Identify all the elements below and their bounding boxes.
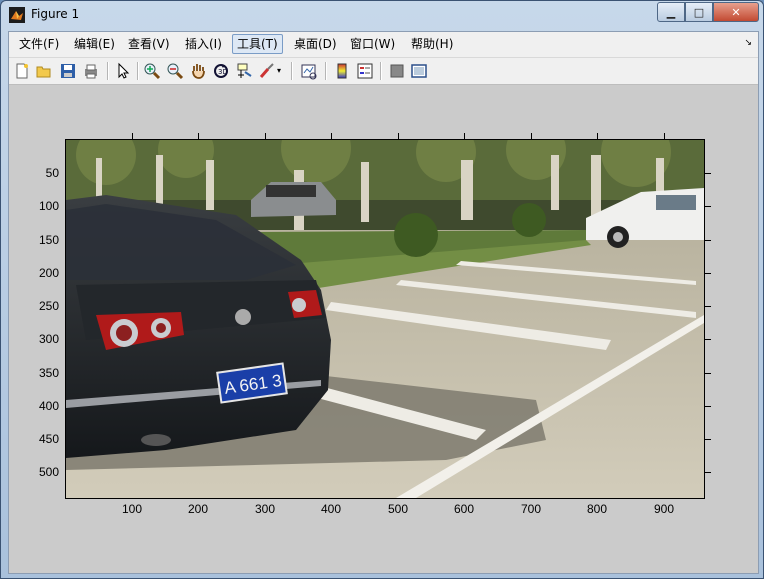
figure-client: 文件(F) 编辑(E) 查看(V) 插入(I) 工具(T) 桌面(D) 窗口(W…	[8, 31, 759, 574]
menu-bar: 文件(F) 编辑(E) 查看(V) 插入(I) 工具(T) 桌面(D) 窗口(W…	[9, 32, 758, 58]
y-tick-label: 350	[38, 366, 59, 380]
maximize-icon: □	[693, 5, 705, 19]
menu-edit[interactable]: 编辑(E)	[70, 35, 119, 53]
zoom-out-icon[interactable]	[166, 62, 184, 80]
zoom-in-icon[interactable]	[143, 62, 161, 80]
x-tick-label: 200	[187, 502, 209, 516]
menu-window[interactable]: 窗口(W)	[346, 35, 399, 53]
colorbar-icon[interactable]	[333, 62, 351, 80]
maximize-button[interactable]: □	[685, 2, 713, 22]
x-tick-label: 300	[254, 502, 276, 516]
y-tick-label: 450	[38, 432, 59, 446]
menu-help[interactable]: 帮助(H)	[407, 35, 457, 53]
toolbar-separator	[325, 62, 327, 80]
x-tick-label: 800	[586, 502, 608, 516]
x-tick-label: 100	[121, 502, 143, 516]
x-tick-label: 400	[320, 502, 342, 516]
menu-tools[interactable]: 工具(T)	[232, 34, 283, 54]
y-tick-label: 200	[38, 266, 59, 280]
show-plot-tools-icon[interactable]	[410, 62, 428, 80]
y-tick-label: 150	[38, 233, 59, 247]
menu-insert[interactable]: 插入(I)	[181, 35, 226, 53]
legend-icon[interactable]	[356, 62, 374, 80]
y-tick-label: 50	[45, 166, 59, 180]
y-tick-label: 500	[38, 465, 59, 479]
pan-icon[interactable]	[189, 62, 207, 80]
menu-overflow-icon[interactable]: ↘	[744, 38, 752, 48]
x-tick-label: 900	[653, 502, 675, 516]
toolbar: 3D ▾	[9, 58, 758, 85]
menu-desktop[interactable]: 桌面(D)	[290, 35, 341, 53]
save-icon[interactable]	[59, 62, 77, 80]
toolbar-separator	[291, 62, 293, 80]
rotate-3d-icon[interactable]: 3D	[212, 62, 230, 80]
window-title: Figure 1	[31, 7, 80, 21]
hide-plot-tools-icon[interactable]	[388, 62, 406, 80]
toolbar-separator	[380, 62, 382, 80]
image-axes[interactable]: A 661 3	[65, 139, 705, 499]
open-file-icon[interactable]	[35, 62, 53, 80]
data-cursor-icon[interactable]	[235, 62, 253, 80]
brush-dropdown-icon[interactable]: ▾	[277, 62, 285, 80]
figure-window: Figure 1 ▁ □ ✕ 文件(F) 编辑(E) 查看(V) 插入(I) 工…	[0, 0, 764, 579]
x-tick-label: 600	[453, 502, 475, 516]
link-plot-icon[interactable]	[300, 62, 318, 80]
toolbar-separator	[107, 62, 109, 80]
figure-canvas: A 661 3 50 100 150 200 250 300 350 400 4…	[9, 85, 758, 573]
y-tick-label: 300	[38, 332, 59, 346]
brush-icon[interactable]	[258, 62, 276, 80]
parking-lot-image: A 661 3	[66, 140, 704, 498]
x-tick-label: 700	[520, 502, 542, 516]
title-bar[interactable]: Figure 1 ▁ □ ✕	[1, 1, 763, 29]
matlab-icon	[9, 7, 25, 23]
menu-view[interactable]: 查看(V)	[124, 35, 174, 53]
print-icon[interactable]	[82, 62, 100, 80]
close-icon: ✕	[731, 5, 741, 19]
minimize-icon: ▁	[666, 5, 676, 19]
close-button[interactable]: ✕	[713, 2, 759, 22]
toolbar-separator	[137, 62, 139, 80]
svg-text:3D: 3D	[218, 68, 228, 76]
minimize-button[interactable]: ▁	[657, 2, 685, 22]
new-figure-icon[interactable]	[13, 62, 31, 80]
y-tick-label: 250	[38, 299, 59, 313]
pointer-icon[interactable]	[114, 62, 132, 80]
y-tick-label: 100	[38, 199, 59, 213]
y-tick-label: 400	[38, 399, 59, 413]
x-tick-label: 500	[387, 502, 409, 516]
menu-file[interactable]: 文件(F)	[15, 35, 63, 53]
